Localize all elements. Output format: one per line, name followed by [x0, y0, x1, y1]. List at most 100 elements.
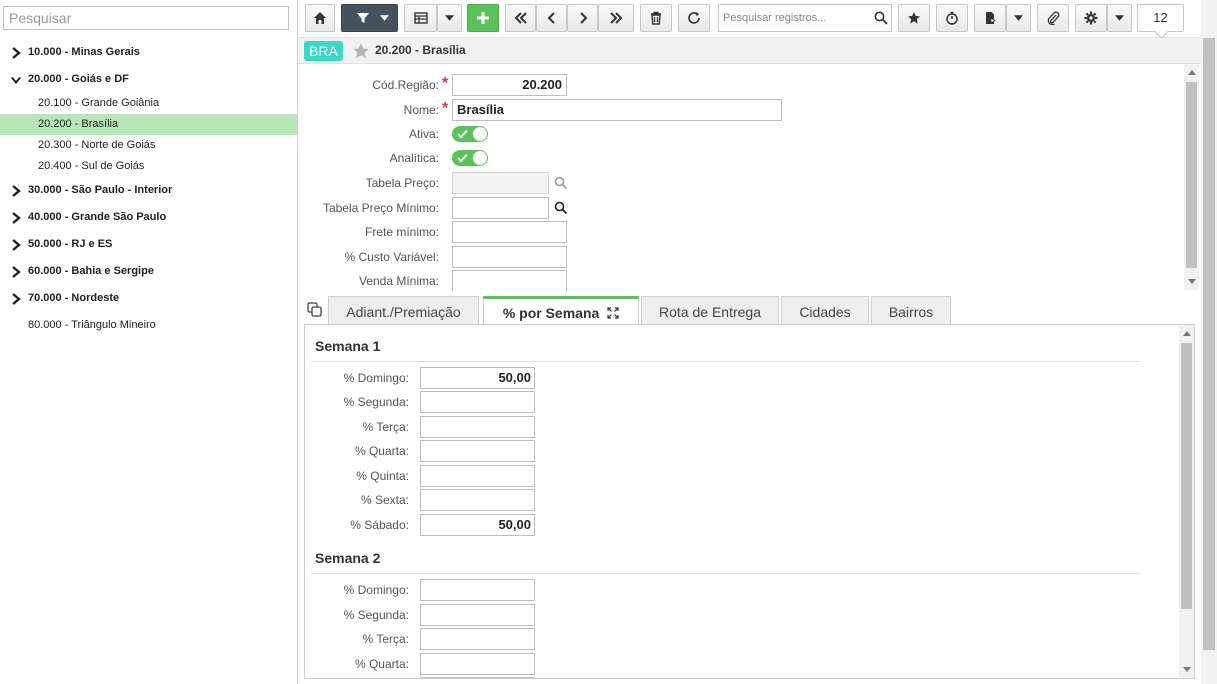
day-percent-field[interactable] [420, 653, 535, 675]
search-icon[interactable] [554, 176, 568, 190]
day-percent-field[interactable] [420, 677, 535, 678]
chevron-right-icon[interactable] [11, 39, 25, 66]
tab-label: Cidades [799, 304, 851, 320]
sidebar-search-input[interactable] [3, 6, 289, 30]
add-button[interactable] [467, 4, 499, 32]
record-search-input[interactable] [718, 4, 892, 32]
previous-record-button[interactable] [536, 4, 567, 32]
page-scrollbar-thumb[interactable] [1203, 38, 1215, 650]
cod-regiao-field[interactable]: 20.200 [452, 74, 567, 96]
scroll-down-icon[interactable] [1183, 667, 1191, 672]
day-label: % Quarta: [354, 444, 409, 458]
form-scrollbar-thumb[interactable] [1186, 82, 1197, 268]
day-label: % Domingo: [343, 371, 409, 385]
settings-dropdown[interactable] [1107, 4, 1132, 32]
panel-scrollbar[interactable] [1179, 325, 1194, 678]
day-percent-field[interactable]: 50,00 [420, 367, 535, 389]
record-form: Cód.Região: * 20.200 Nome: * Brasília At… [298, 65, 1183, 291]
tab-por-semana[interactable]: % por Semana [483, 296, 639, 325]
timer-button[interactable] [936, 4, 968, 32]
table-icon [413, 12, 428, 24]
nome-field[interactable]: Brasília [452, 99, 782, 121]
scroll-down-icon[interactable] [1188, 279, 1196, 284]
tab-rota-de-entrega[interactable]: Rota de Entrega [641, 296, 779, 324]
tree-item[interactable]: 20.300 - Norte de Goiás [0, 135, 297, 156]
tree-item[interactable]: 60.000 - Bahia e Sergipe [0, 258, 297, 285]
tabela-preco-field[interactable] [452, 172, 549, 194]
search-icon[interactable] [554, 201, 568, 215]
day-percent-field[interactable] [420, 416, 535, 438]
report-button[interactable] [974, 4, 1006, 32]
tree-item[interactable]: 30.000 - São Paulo - Interior [0, 177, 297, 204]
copy-icon[interactable] [307, 302, 322, 317]
tab-label: % por Semana [502, 305, 600, 321]
delete-button[interactable] [640, 4, 672, 32]
grid-view-button[interactable] [404, 4, 437, 32]
custo-variavel-field[interactable] [452, 246, 567, 268]
star-icon[interactable] [352, 42, 370, 60]
chevron-right-icon[interactable] [11, 177, 25, 204]
tree-item[interactable]: 10.000 - Minas Gerais [0, 39, 297, 66]
day-percent-field[interactable] [420, 440, 535, 462]
day-percent-field[interactable] [420, 579, 535, 601]
tab-adiant-premiacao[interactable]: Adiant./Premiação [328, 296, 479, 324]
venda-minima-field[interactable] [452, 270, 567, 291]
day-label: % Segunda: [343, 395, 409, 409]
day-percent-field[interactable]: 50,00 [420, 514, 535, 536]
section-divider [311, 361, 1140, 362]
expand-icon[interactable] [607, 307, 619, 319]
chevron-right-icon[interactable] [11, 285, 25, 312]
tree-item[interactable]: 50.000 - RJ e ES [0, 231, 297, 258]
chevron-right-icon[interactable] [11, 231, 25, 258]
tab-label: Bairros [888, 304, 934, 320]
tree-item[interactable]: 20.400 - Sul de Goiás [0, 156, 297, 177]
toolbar: 12 [298, 0, 1217, 38]
tree-item[interactable]: 80.000 - Triângulo Mineiro [0, 312, 297, 339]
chevron-down-icon[interactable] [11, 66, 25, 93]
chevron-right-icon[interactable] [11, 204, 25, 231]
tabela-preco-minimo-field[interactable] [452, 197, 549, 219]
day-percent-field[interactable] [420, 489, 535, 511]
tree-item[interactable]: 20.000 - Goiás e DF [0, 66, 297, 93]
form-scrollbar[interactable] [1184, 65, 1199, 290]
required-marker: * [442, 75, 449, 92]
first-record-button[interactable] [505, 4, 536, 32]
tab-cidades[interactable]: Cidades [781, 296, 869, 324]
refresh-button[interactable] [678, 4, 710, 32]
ativa-toggle[interactable] [452, 126, 488, 142]
chevron-left-icon [547, 12, 555, 24]
scroll-up-icon[interactable] [1183, 331, 1191, 336]
week-day-row: % Segunda: [305, 604, 605, 626]
tree-item-label: 80.000 - Triângulo Mineiro [28, 319, 156, 331]
tab-bairros[interactable]: Bairros [871, 296, 951, 324]
grid-view-dropdown[interactable] [437, 4, 462, 32]
tree-item[interactable]: 40.000 - Grande São Paulo [0, 204, 297, 231]
scroll-up-icon[interactable] [1188, 70, 1196, 75]
day-percent-field[interactable] [420, 604, 535, 626]
tree-item[interactable]: 70.000 - Nordeste [0, 285, 297, 312]
settings-button[interactable] [1075, 4, 1107, 32]
chevron-right-icon[interactable] [11, 258, 25, 285]
search-icon[interactable] [874, 11, 888, 25]
tree-item[interactable]: 20.100 - Grande Goiânia [0, 93, 297, 114]
tree-item-label: 40.000 - Grande São Paulo [28, 211, 167, 223]
document-icon [986, 12, 996, 24]
tree-item-selected[interactable]: 20.200 - Brasília [0, 114, 297, 135]
favorite-button[interactable] [898, 4, 930, 32]
page-scrollbar[interactable] [1201, 0, 1217, 684]
report-dropdown[interactable] [1006, 4, 1031, 32]
day-percent-field[interactable] [420, 628, 535, 650]
record-badge: BRA [304, 41, 343, 61]
panel-scrollbar-thumb[interactable] [1181, 343, 1192, 609]
filter-button[interactable] [341, 4, 398, 32]
day-percent-field[interactable] [420, 391, 535, 413]
field-row: Tabela Preço: [298, 172, 1183, 194]
attachment-button[interactable] [1037, 4, 1069, 32]
home-button[interactable] [305, 4, 335, 32]
last-record-button[interactable] [598, 4, 634, 32]
next-record-button[interactable] [567, 4, 598, 32]
day-label: % Sábado: [350, 518, 409, 532]
frete-minimo-field[interactable] [452, 221, 567, 243]
analitica-toggle[interactable] [452, 150, 488, 166]
day-percent-field[interactable] [420, 465, 535, 487]
